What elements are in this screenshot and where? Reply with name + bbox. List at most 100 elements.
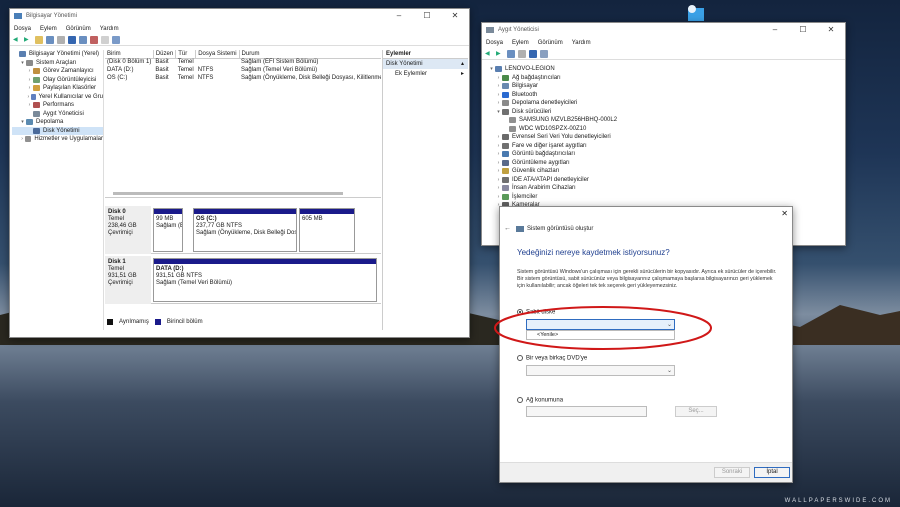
next-button[interactable]: Sonraki bbox=[714, 467, 750, 478]
tree-view-icon[interactable] bbox=[507, 49, 515, 58]
menu-view[interactable]: Görünüm bbox=[66, 26, 91, 32]
expand-right-icon[interactable]: › bbox=[26, 76, 33, 85]
expand-down-icon[interactable]: ▾ bbox=[19, 59, 26, 68]
disk-row[interactable]: Disk 1 Temel 931,51 GB Çevrimiçi DATA (D:) 93… bbox=[105, 256, 381, 304]
expand-right-icon[interactable]: › bbox=[495, 167, 502, 176]
tree-item[interactable]: SAMSUNG MZVLB256HBHQ-000L2 bbox=[488, 116, 838, 125]
tree-item[interactable]: › Bilgisayar bbox=[488, 82, 838, 91]
expand-right-icon[interactable]: › bbox=[26, 101, 33, 110]
column-header-type[interactable]: Tür bbox=[175, 50, 197, 59]
system-image-dialog[interactable]: ✕ ← Sistem görüntüsü oluştur Yedeğinizi … bbox=[494, 206, 793, 483]
tree-item[interactable]: › Görüntüleme aygıtları bbox=[488, 159, 838, 168]
tree-item[interactable]: › Fare ve diğer işaret aygıtları bbox=[488, 142, 838, 151]
properties-icon[interactable] bbox=[57, 35, 65, 44]
tree-item[interactable]: Disk Yönetimi bbox=[12, 126, 103, 135]
tree-item[interactable]: › İnsan Arabirim Cihazları bbox=[488, 184, 838, 193]
dvd-dropdown[interactable]: ⌄ bbox=[526, 365, 675, 376]
partition[interactable]: 605 MB bbox=[299, 208, 355, 252]
tree-item[interactable]: › Performans bbox=[12, 101, 103, 110]
expand-right-icon[interactable]: › bbox=[495, 142, 502, 151]
tree-item[interactable]: › Bluetooth bbox=[488, 91, 838, 100]
back-icon[interactable]: ◀ bbox=[485, 50, 493, 58]
table-row[interactable]: DATA (D:) Basit Temel NTFS Sağlam (Temel Ver… bbox=[105, 66, 381, 74]
expand-down-icon[interactable]: ▾ bbox=[495, 108, 502, 117]
menu-file[interactable]: Dosya bbox=[486, 40, 503, 46]
back-arrow-icon[interactable]: ← bbox=[504, 225, 511, 232]
tree-item[interactable]: › Ağ bağdaştırıcıları bbox=[488, 74, 838, 83]
expand-right-icon[interactable]: › bbox=[495, 193, 502, 202]
menu-action[interactable]: Eylem bbox=[40, 26, 57, 32]
tree-item[interactable]: › IDE ATA/ATAPI denetleyiciler bbox=[488, 176, 838, 185]
expand-right-icon[interactable]: › bbox=[495, 74, 502, 83]
view-icon[interactable] bbox=[79, 35, 87, 44]
option-network[interactable]: Ağ konumuna bbox=[517, 397, 563, 404]
help-icon[interactable] bbox=[68, 35, 76, 44]
column-header-filesystem[interactable]: Dosya Sistemi bbox=[195, 50, 240, 59]
expand-right-icon[interactable]: › bbox=[495, 99, 502, 108]
cancel-button[interactable]: İptal bbox=[754, 467, 790, 478]
settings-icon[interactable] bbox=[90, 35, 98, 44]
expand-right-icon[interactable]: › bbox=[26, 84, 33, 93]
table-row[interactable]: OS (C:) Basit Temel NTFS Sağlam (Önyükleme, … bbox=[105, 74, 381, 82]
tree-item[interactable]: › İşlemciler bbox=[488, 193, 838, 202]
tree-item[interactable]: › Paylaşılan Klasörler bbox=[12, 84, 103, 93]
tree-item[interactable]: › Olay Görüntüleyicisi bbox=[12, 76, 103, 85]
title-bar[interactable]: Aygıt Yöneticisi – ☐ ✕ bbox=[482, 23, 845, 37]
action-more[interactable]: Ek Eylemler ▸ bbox=[383, 69, 468, 79]
column-header-layout[interactable]: Düzen bbox=[153, 50, 177, 59]
expand-down-icon[interactable]: ▾ bbox=[19, 118, 26, 127]
column-header-status[interactable]: Durum bbox=[239, 50, 381, 59]
tree-item[interactable]: ▾ Disk sürücüleri bbox=[488, 108, 838, 117]
check-icon[interactable] bbox=[101, 35, 109, 44]
close-button[interactable]: ✕ bbox=[441, 9, 469, 23]
help-icon[interactable] bbox=[529, 49, 537, 58]
tree-item[interactable]: › Güvenlik cihazları bbox=[488, 167, 838, 176]
tree-item[interactable]: Bilgisayar Yönetimi (Yerel) bbox=[12, 50, 103, 59]
action-disk-management[interactable]: Disk Yönetimi ▴ bbox=[383, 59, 468, 69]
menu-help[interactable]: Yardım bbox=[100, 26, 119, 32]
table-row[interactable]: (Disk 0 Bölüm 1) Basit Temel Sağlam (EFI Si… bbox=[105, 58, 381, 66]
expand-right-icon[interactable]: › bbox=[495, 150, 502, 159]
expand-down-icon[interactable]: ▾ bbox=[488, 65, 495, 74]
scan-icon[interactable] bbox=[540, 49, 548, 58]
browse-button[interactable]: Seç... bbox=[675, 406, 717, 417]
tree-item[interactable]: › Görev Zamanlayıcı bbox=[12, 67, 103, 76]
forward-icon[interactable]: ▶ bbox=[496, 50, 504, 58]
tree-item[interactable]: › Evrensel Seri Veri Yolu denetleyicileri bbox=[488, 133, 838, 142]
network-radio[interactable] bbox=[517, 397, 523, 403]
tree-item[interactable]: ▾ LENOVO-LEGION bbox=[488, 65, 838, 74]
expand-right-icon[interactable]: › bbox=[495, 176, 502, 185]
network-path-input[interactable] bbox=[526, 406, 647, 417]
list-icon[interactable] bbox=[112, 35, 120, 44]
tree-item[interactable]: › Görüntü bağdaştırıcıları bbox=[488, 150, 838, 159]
properties-icon[interactable] bbox=[518, 49, 526, 58]
close-button[interactable]: ✕ bbox=[781, 209, 788, 218]
disk-row[interactable]: Disk 0 Temel 238,46 GB Çevrimiçi 99 MB Sağlam… bbox=[105, 206, 381, 254]
expand-right-icon[interactable]: › bbox=[26, 67, 33, 76]
partition[interactable]: 99 MBSağlam (EFI S bbox=[153, 208, 183, 252]
menu-file[interactable]: Dosya bbox=[14, 26, 31, 32]
partition[interactable]: OS (C:) 237,77 GB NTFS Sağlam (Önyükleme, … bbox=[193, 208, 297, 252]
expand-right-icon[interactable]: › bbox=[495, 133, 502, 142]
desktop-shortcut-icon[interactable] bbox=[686, 4, 706, 22]
close-button[interactable]: ✕ bbox=[817, 23, 845, 37]
column-header-volume[interactable]: Birim bbox=[105, 50, 154, 59]
expand-right-icon[interactable]: › bbox=[495, 91, 502, 100]
maximize-button[interactable]: ☐ bbox=[413, 9, 441, 23]
tree-item[interactable]: › Hizmetler ve Uygulamalar bbox=[12, 135, 103, 144]
expand-right-icon[interactable]: › bbox=[495, 159, 502, 168]
dvd-radio[interactable] bbox=[517, 355, 523, 361]
tree-item[interactable]: › Depolama denetleyicileri bbox=[488, 99, 838, 108]
forward-icon[interactable]: ▶ bbox=[24, 36, 32, 44]
expand-right-icon[interactable]: › bbox=[495, 184, 502, 193]
show-hide-tree-icon[interactable] bbox=[46, 35, 54, 44]
partition[interactable]: DATA (D:) 931,51 GB NTFS Sağlam (Temel Ver… bbox=[153, 258, 377, 302]
title-bar[interactable]: Bilgisayar Yönetimi – ☐ ✕ bbox=[10, 9, 469, 23]
tree-item[interactable]: ▾ Depolama bbox=[12, 118, 103, 127]
minimize-button[interactable]: – bbox=[761, 23, 789, 37]
back-icon[interactable]: ◀ bbox=[13, 36, 21, 44]
horizontal-scrollbar[interactable] bbox=[113, 192, 343, 195]
expand-right-icon[interactable]: › bbox=[495, 82, 502, 91]
maximize-button[interactable]: ☐ bbox=[789, 23, 817, 37]
up-folder-icon[interactable] bbox=[35, 35, 43, 44]
